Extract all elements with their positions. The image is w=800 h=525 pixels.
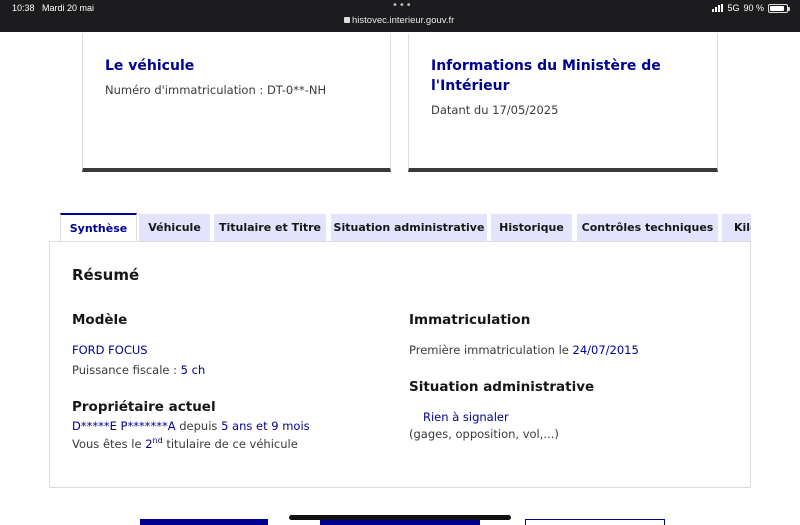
more-dots-icon[interactable]: ••• (392, 0, 413, 11)
ministry-dated: Datant du 17/05/2025 (431, 103, 559, 117)
bottom-button-secondary[interactable] (525, 519, 665, 525)
admin-heading: Situation administrative (409, 379, 595, 395)
owner-since-value: 5 ans et 9 mois (221, 419, 310, 433)
owner-line: D*****E P*******A depuis 5 ans et 9 mois (72, 419, 310, 433)
summary-title: Résumé (72, 266, 140, 284)
bottom-button-primary-1[interactable] (140, 519, 268, 525)
battery-icon (768, 3, 790, 13)
battery-label: 90 % (743, 3, 764, 13)
status-indicators: 5G 90 % (712, 3, 790, 13)
owner-name: D*****E P*******A (72, 419, 176, 433)
tab-situation-administrative[interactable]: Situation administrative (331, 214, 487, 242)
fiscal-power-label: Puissance fiscale : (72, 363, 181, 377)
home-indicator[interactable] (289, 515, 511, 520)
vehicle-card-title: Le véhicule (105, 58, 195, 74)
battery-fill (770, 5, 785, 11)
tab-synthese[interactable]: Synthèse (60, 213, 137, 242)
vehicle-card: Le véhicule Numéro d'immatriculation : D… (82, 34, 391, 172)
ministry-title-line2: l'Intérieur (431, 78, 510, 94)
signal-icon (712, 4, 724, 12)
tab-vehicule[interactable]: Véhicule (139, 214, 210, 242)
first-registration-date: 24/07/2015 (572, 343, 639, 357)
fiscal-power-value: 5 ch (180, 363, 206, 377)
fiscal-power: Puissance fiscale : 5 ch (72, 363, 205, 377)
ministry-card-title: Informations du Ministère de l'Intérieur (431, 56, 695, 96)
registration-heading: Immatriculation (409, 312, 531, 328)
owner-rank: Vous êtes le 2nd titulaire de ce véhicul… (72, 436, 298, 451)
tab-controles-techniques[interactable]: Contrôles techniques (577, 214, 718, 242)
status-time: 10:38 (12, 3, 35, 13)
admin-status: Rien à signaler (423, 410, 509, 424)
first-registration: Première immatriculation le 24/07/2015 (409, 343, 639, 357)
tab-titulaire[interactable]: Titulaire et Titre (214, 214, 326, 242)
status-date: Mardi 20 mai (42, 3, 95, 13)
tab-historique[interactable]: Historique (491, 214, 572, 242)
vehicle-registration: Numéro d'immatriculation : DT-0**-NH (105, 83, 327, 97)
owner-rank-prefix: Vous êtes le (72, 437, 146, 451)
owner-rank-number: 2 (145, 437, 153, 451)
owner-since-label: depuis (175, 419, 222, 433)
lock-icon (344, 17, 350, 23)
model-heading: Modèle (72, 312, 128, 328)
network-label: 5G (727, 3, 740, 13)
first-registration-label: Première immatriculation le (409, 343, 573, 357)
address-bar[interactable]: histovec.interieur.gouv.fr (344, 15, 454, 26)
tab-kilometrage[interactable]: Kilo (722, 214, 751, 242)
admin-details: (gages, opposition, vol,...) (409, 427, 559, 441)
tab-bar: Synthèse Véhicule Titulaire et Titre Sit… (60, 213, 751, 242)
owner-heading: Propriétaire actuel (72, 399, 216, 415)
status-bar: 10:38 Mardi 20 mai ••• histovec.interieu… (0, 0, 800, 32)
summary-panel: Résumé Modèle FORD FOCUS Puissance fisca… (49, 241, 751, 488)
ministry-card: Informations du Ministère de l'Intérieur… (408, 34, 718, 172)
owner-rank-tail: titulaire de ce véhicule (162, 437, 298, 451)
owner-rank-suffix: nd (152, 436, 163, 445)
ministry-title-line1: Informations du Ministère de (431, 58, 661, 74)
model-name: FORD FOCUS (72, 343, 148, 357)
address-url: histovec.interieur.gouv.fr (352, 15, 455, 26)
